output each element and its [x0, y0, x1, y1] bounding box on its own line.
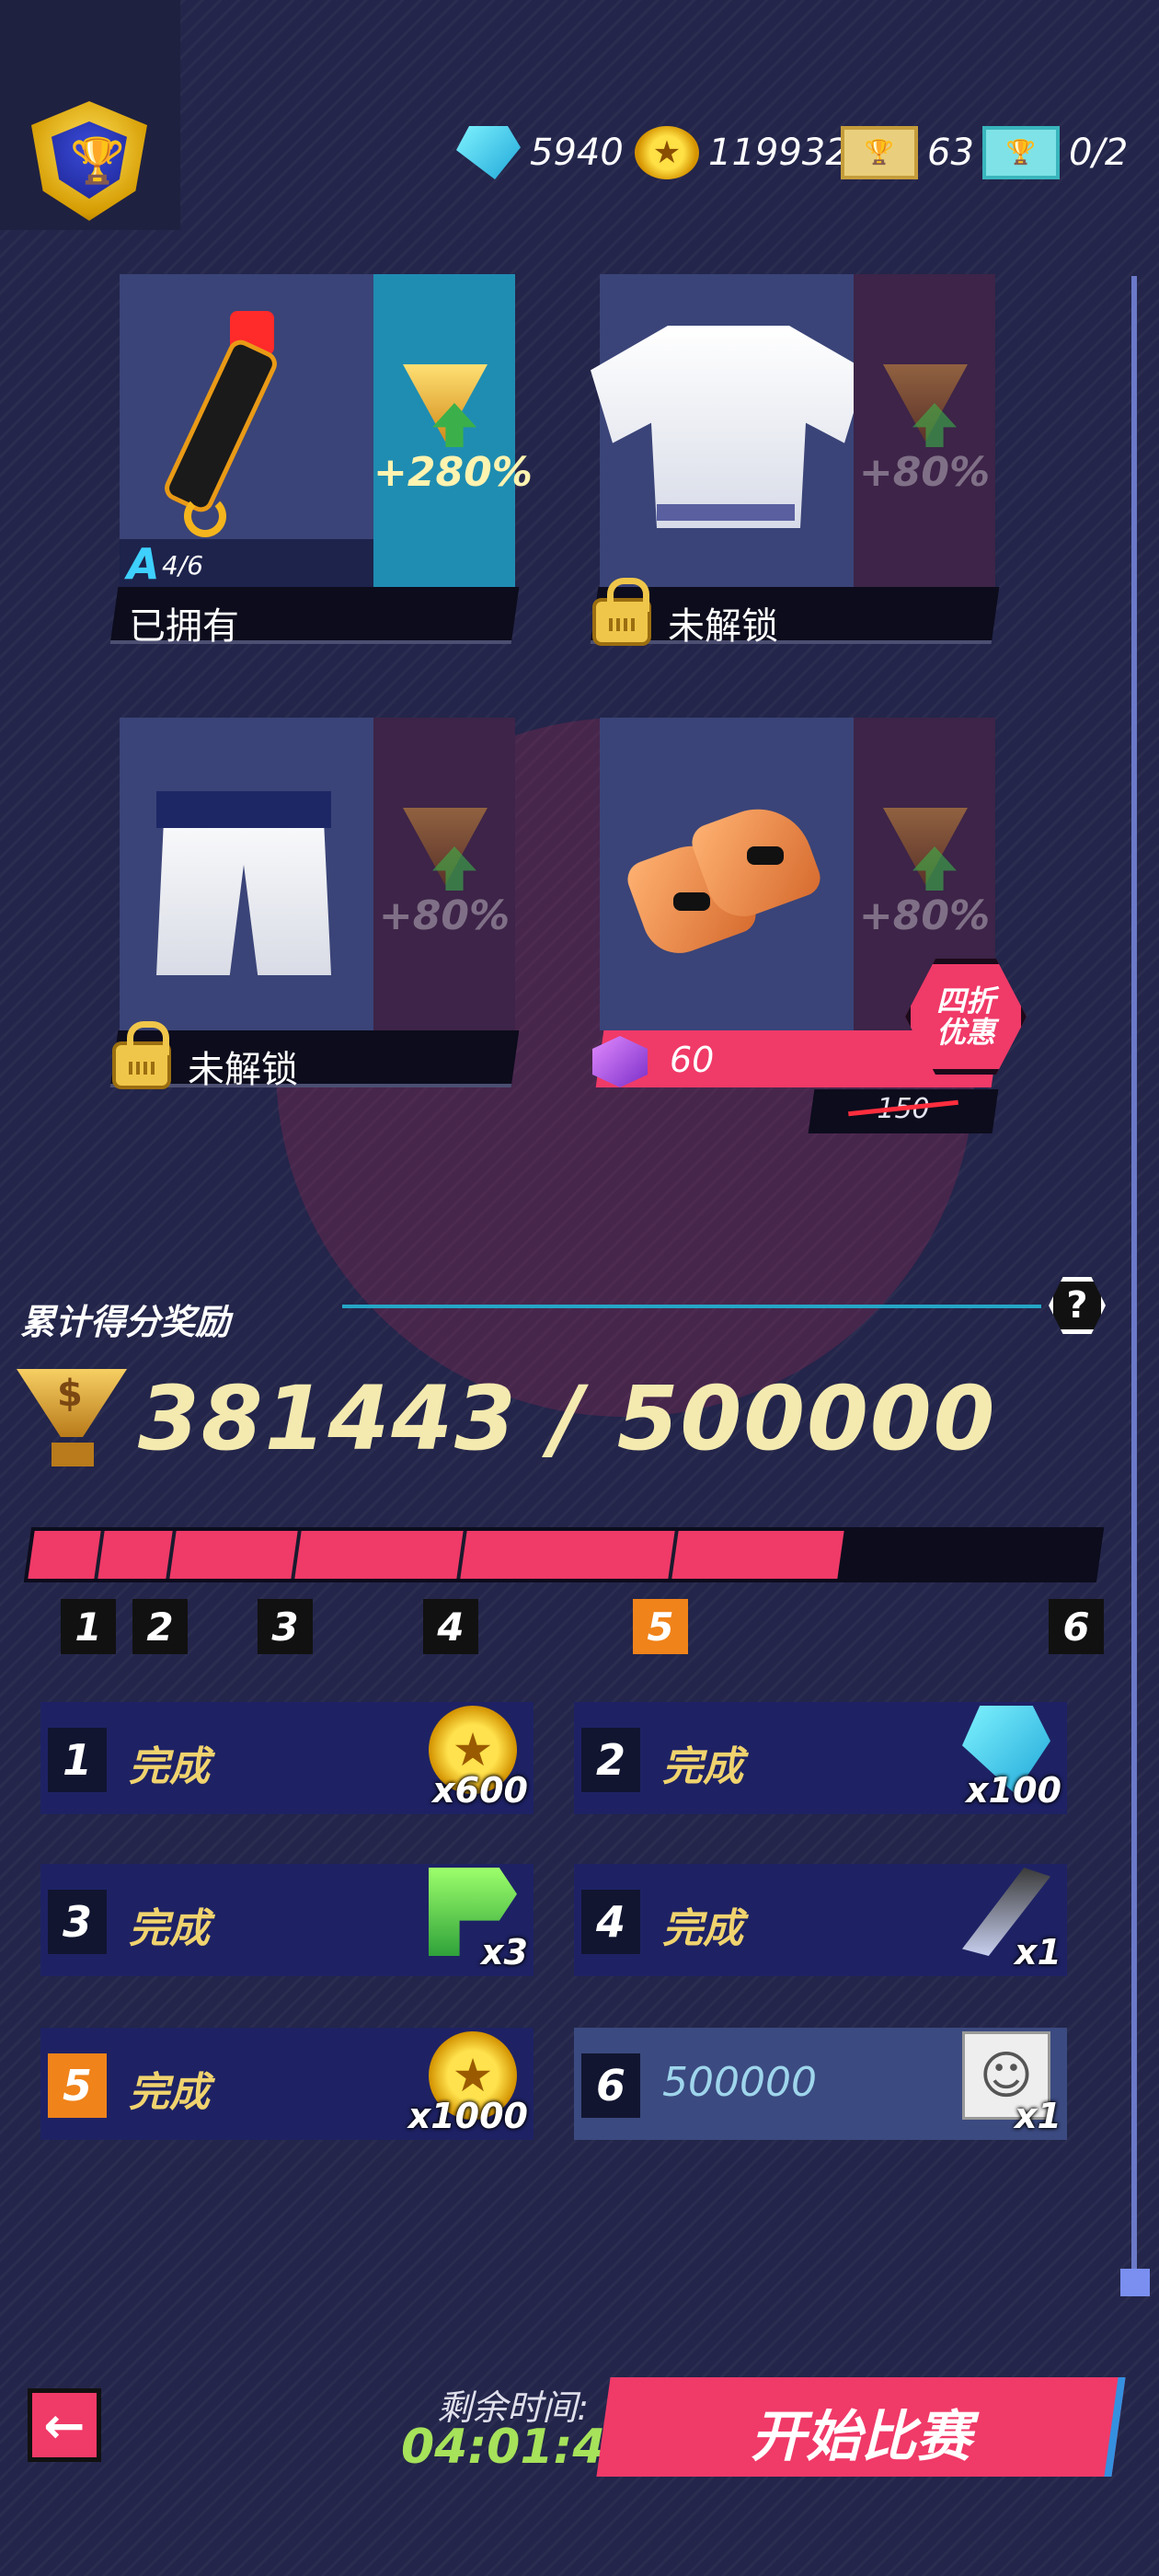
reward-required-score: 500000	[662, 2059, 817, 2106]
lock-icon	[112, 1021, 171, 1089]
reward-quantity: x1000	[407, 2096, 528, 2136]
reward-tier-2[interactable]: 2 完成 x100	[574, 1702, 1067, 1814]
discount-line-1: 四折	[935, 983, 995, 1018]
event-ticket-count: 0/2	[1069, 132, 1129, 174]
reward-quantity: x100	[966, 1770, 1061, 1811]
milestone-marker: 3	[258, 1599, 313, 1654]
item-image-area	[591, 274, 866, 587]
reward-status: 完成	[129, 2069, 210, 2116]
white-jacket-item-icon	[591, 326, 866, 528]
milestone-marker: 2	[132, 1599, 188, 1654]
item-bonus-percent: +80%	[858, 449, 991, 496]
item-bonus-percent: +280%	[373, 449, 533, 496]
item-card-hook[interactable]: A 4/6 +280% 已拥有	[109, 274, 533, 648]
score-progress-fill	[28, 1531, 844, 1579]
milestone-marker-active: 5	[633, 1599, 688, 1654]
trophy-cup-icon: 🏆	[70, 135, 125, 187]
item-bonus-panel: +80%	[373, 718, 515, 1030]
ticket-count: 63	[927, 132, 974, 174]
item-status-bar	[590, 587, 1000, 644]
cumulative-reward-title: 累计得分奖励	[20, 1302, 231, 1342]
arrow-left-icon: ←	[43, 2396, 86, 2455]
score-boost-icon	[403, 808, 488, 885]
event-ticket-counter[interactable]: 🏆 0/2	[982, 125, 1128, 180]
reward-tier-5[interactable]: 5 完成 ★ x1000	[40, 2028, 534, 2140]
scrollbar-thumb[interactable]	[1120, 2269, 1150, 2296]
coin-icon: ★	[635, 126, 699, 179]
reward-quantity: x3	[481, 1932, 528, 1972]
score-boost-icon	[883, 808, 968, 885]
item-status-bar	[109, 1030, 520, 1087]
ticket-counter[interactable]: 🏆 63	[841, 125, 974, 180]
reward-number: 2	[581, 1728, 640, 1792]
reward-quantity: x600	[432, 1770, 528, 1811]
coin-count: 119932	[708, 132, 849, 174]
item-bonus-panel: +80%	[854, 274, 995, 587]
score-boost-icon	[883, 364, 968, 442]
reward-status: 完成	[129, 1905, 210, 1952]
score-progress-bar	[23, 1527, 1105, 1582]
gem-icon	[456, 126, 521, 179]
reward-tier-3[interactable]: 3 完成 x3	[40, 1864, 534, 1976]
reward-number: 3	[48, 1890, 107, 1954]
milestone-marker: 1	[61, 1599, 116, 1654]
start-match-label[interactable]: 开始比赛	[603, 2392, 1119, 2472]
reward-tier-1[interactable]: 1 完成 ★ x600	[40, 1702, 534, 1814]
remaining-time-value: 04:01:42	[401, 2420, 639, 2475]
item-price: 60	[670, 1040, 715, 1080]
item-status-label: 已拥有	[129, 605, 239, 648]
milestone-marker: 6	[1049, 1599, 1104, 1654]
sandals-item-icon	[622, 793, 826, 966]
reward-quantity: x1	[1015, 1932, 1061, 1972]
item-card-pants[interactable]: +80% 未解锁	[109, 718, 520, 1091]
grapple-hook-item-icon	[160, 311, 281, 537]
discount-line-2: 优惠	[935, 1015, 995, 1050]
item-rank-progress: 4/6	[162, 550, 204, 581]
gem-count: 5940	[530, 132, 624, 174]
help-button[interactable]: ?	[1049, 1277, 1106, 1334]
item-image-area	[120, 718, 373, 1030]
item-image-area: A 4/6	[120, 274, 373, 589]
coin-counter[interactable]: ★ 119932	[635, 125, 849, 180]
item-rank-strip: A 4/6	[120, 539, 373, 589]
reward-tier-4[interactable]: 4 完成 x1	[574, 1864, 1067, 1976]
reward-number: 4	[581, 1890, 640, 1954]
item-card-jacket[interactable]: +80% 未解锁	[590, 274, 1000, 648]
reward-status: 完成	[662, 1743, 743, 1790]
milestone-marker: 4	[423, 1599, 478, 1654]
jacket-trim	[657, 504, 795, 521]
item-grade: A	[127, 539, 160, 589]
item-card-shoes[interactable]: +80% 60 150 四折优惠	[592, 718, 1027, 1133]
score-boost-icon	[403, 364, 488, 442]
item-status-label: 未解锁	[668, 605, 778, 648]
back-button[interactable]: ←	[28, 2388, 101, 2462]
reward-number: 6	[581, 2053, 640, 2118]
item-bonus-percent: +80%	[378, 892, 511, 939]
question-icon: ?	[1066, 1284, 1088, 1327]
ticket-icon: 🏆	[841, 126, 918, 179]
reward-quantity: x1	[1015, 2096, 1061, 2136]
pants-waistband	[156, 791, 331, 828]
trophy-menu-button[interactable]: 🏆	[0, 0, 180, 230]
reward-status: 完成	[662, 1905, 743, 1952]
item-image-area	[600, 718, 854, 1030]
event-ticket-icon: 🏆	[982, 126, 1060, 179]
reward-status: 完成	[129, 1743, 210, 1790]
lock-icon	[592, 578, 651, 646]
scrollbar-track[interactable]	[1131, 276, 1137, 2282]
section-divider	[342, 1305, 1041, 1308]
reward-tier-6[interactable]: 6 500000 ☺ x1	[574, 2028, 1067, 2140]
item-bonus-percent: +80%	[858, 892, 991, 939]
trophy-cup-icon: $	[17, 1369, 127, 1470]
reward-number-active: 5	[48, 2053, 107, 2118]
cumulative-score: 381443 / 500000	[138, 1367, 997, 1470]
reward-number: 1	[48, 1728, 107, 1792]
gem-counter[interactable]: 5940	[456, 125, 624, 180]
item-status-label: 未解锁	[188, 1049, 298, 1091]
item-bonus-panel: +280%	[373, 274, 533, 587]
